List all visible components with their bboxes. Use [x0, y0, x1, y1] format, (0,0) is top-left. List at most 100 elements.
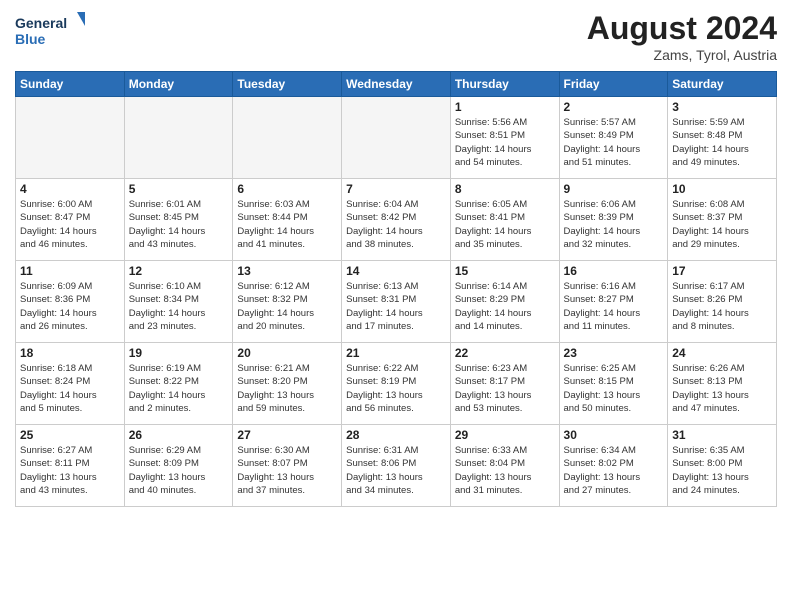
logo: General Blue — [15, 10, 85, 50]
day-cell: 2 Sunrise: 5:57 AM Sunset: 8:49 PM Daylig… — [559, 97, 668, 179]
calendar-body: 1Sunrise: 5:56 AM Sunset: 8:51 PM Daylig… — [16, 97, 777, 507]
day-cell: 13 Sunrise: 6:12 AM Sunset: 8:32 PM Dayli… — [233, 261, 342, 343]
day-info: Sunrise: 6:19 AM Sunset: 8:22 PM Dayligh… — [129, 362, 229, 415]
day-info: Sunrise: 5:59 AM Sunset: 8:48 PM Dayligh… — [672, 116, 772, 169]
day-cell: 17 Sunrise: 6:17 AM Sunset: 8:26 PM Dayli… — [668, 261, 777, 343]
day-cell: 14 Sunrise: 6:13 AM Sunset: 8:31 PM Dayli… — [342, 261, 451, 343]
day-number: 27 — [237, 428, 337, 442]
day-number: 22 — [455, 346, 555, 360]
location: Zams, Tyrol, Austria — [587, 47, 777, 63]
day-number: 3 — [672, 100, 772, 114]
day-cell: 28 Sunrise: 6:31 AM Sunset: 8:06 PM Dayli… — [342, 425, 451, 507]
day-number: 17 — [672, 264, 772, 278]
day-info: Sunrise: 6:10 AM Sunset: 8:34 PM Dayligh… — [129, 280, 229, 333]
day-info: Sunrise: 6:13 AM Sunset: 8:31 PM Dayligh… — [346, 280, 446, 333]
day-cell: 23 Sunrise: 6:25 AM Sunset: 8:15 PM Dayli… — [559, 343, 668, 425]
day-info: Sunrise: 6:23 AM Sunset: 8:17 PM Dayligh… — [455, 362, 555, 415]
day-info: Sunrise: 6:06 AM Sunset: 8:39 PM Dayligh… — [564, 198, 664, 251]
day-number: 2 — [564, 100, 664, 114]
col-wednesday: Wednesday — [342, 72, 451, 97]
day-cell — [233, 97, 342, 179]
col-thursday: Thursday — [450, 72, 559, 97]
day-number: 15 — [455, 264, 555, 278]
day-number: 16 — [564, 264, 664, 278]
day-number: 9 — [564, 182, 664, 196]
day-cell — [342, 97, 451, 179]
day-number: 31 — [672, 428, 772, 442]
day-cell: 30 Sunrise: 6:34 AM Sunset: 8:02 PM Dayli… — [559, 425, 668, 507]
week-row-2: 11Sunrise: 6:09 AM Sunset: 8:36 PM Dayli… — [16, 261, 777, 343]
day-cell: 12 Sunrise: 6:10 AM Sunset: 8:34 PM Dayli… — [124, 261, 233, 343]
day-info: Sunrise: 6:18 AM Sunset: 8:24 PM Dayligh… — [20, 362, 120, 415]
day-number: 5 — [129, 182, 229, 196]
day-number: 18 — [20, 346, 120, 360]
week-row-4: 25 Sunrise: 6:27 AM Sunset: 8:11 PM Dayli… — [16, 425, 777, 507]
page: General Blue August 2024 Zams, Tyrol, Au… — [0, 0, 792, 612]
day-info: Sunrise: 5:57 AM Sunset: 8:49 PM Dayligh… — [564, 116, 664, 169]
day-info: Sunrise: 6:08 AM Sunset: 8:37 PM Dayligh… — [672, 198, 772, 251]
day-info: Sunrise: 5:56 AM Sunset: 8:51 PM Dayligh… — [455, 116, 555, 169]
day-info: Sunrise: 6:17 AM Sunset: 8:26 PM Dayligh… — [672, 280, 772, 333]
weekday-row: Sunday Monday Tuesday Wednesday Thursday… — [16, 72, 777, 97]
day-cell: 31 Sunrise: 6:35 AM Sunset: 8:00 PM Dayli… — [668, 425, 777, 507]
day-cell: 20 Sunrise: 6:21 AM Sunset: 8:20 PM Dayli… — [233, 343, 342, 425]
day-number: 19 — [129, 346, 229, 360]
day-number: 8 — [455, 182, 555, 196]
day-info: Sunrise: 6:25 AM Sunset: 8:15 PM Dayligh… — [564, 362, 664, 415]
svg-text:Blue: Blue — [15, 31, 46, 47]
day-number: 20 — [237, 346, 337, 360]
day-number: 12 — [129, 264, 229, 278]
day-number: 4 — [20, 182, 120, 196]
col-saturday: Saturday — [668, 72, 777, 97]
day-info: Sunrise: 6:34 AM Sunset: 8:02 PM Dayligh… — [564, 444, 664, 497]
day-number: 23 — [564, 346, 664, 360]
day-cell: 29 Sunrise: 6:33 AM Sunset: 8:04 PM Dayli… — [450, 425, 559, 507]
day-number: 14 — [346, 264, 446, 278]
month-title: August 2024 — [587, 10, 777, 47]
col-tuesday: Tuesday — [233, 72, 342, 97]
day-cell: 19 Sunrise: 6:19 AM Sunset: 8:22 PM Dayli… — [124, 343, 233, 425]
day-number: 29 — [455, 428, 555, 442]
day-cell: 1Sunrise: 5:56 AM Sunset: 8:51 PM Daylig… — [450, 97, 559, 179]
week-row-0: 1Sunrise: 5:56 AM Sunset: 8:51 PM Daylig… — [16, 97, 777, 179]
day-number: 6 — [237, 182, 337, 196]
day-info: Sunrise: 6:01 AM Sunset: 8:45 PM Dayligh… — [129, 198, 229, 251]
day-info: Sunrise: 6:16 AM Sunset: 8:27 PM Dayligh… — [564, 280, 664, 333]
day-info: Sunrise: 6:21 AM Sunset: 8:20 PM Dayligh… — [237, 362, 337, 415]
day-cell: 11Sunrise: 6:09 AM Sunset: 8:36 PM Dayli… — [16, 261, 125, 343]
day-number: 26 — [129, 428, 229, 442]
day-number: 28 — [346, 428, 446, 442]
day-info: Sunrise: 6:27 AM Sunset: 8:11 PM Dayligh… — [20, 444, 120, 497]
day-cell: 4Sunrise: 6:00 AM Sunset: 8:47 PM Daylig… — [16, 179, 125, 261]
day-info: Sunrise: 6:35 AM Sunset: 8:00 PM Dayligh… — [672, 444, 772, 497]
day-info: Sunrise: 6:12 AM Sunset: 8:32 PM Dayligh… — [237, 280, 337, 333]
day-number: 25 — [20, 428, 120, 442]
day-info: Sunrise: 6:22 AM Sunset: 8:19 PM Dayligh… — [346, 362, 446, 415]
day-cell — [16, 97, 125, 179]
day-number: 30 — [564, 428, 664, 442]
day-info: Sunrise: 6:05 AM Sunset: 8:41 PM Dayligh… — [455, 198, 555, 251]
day-info: Sunrise: 6:03 AM Sunset: 8:44 PM Dayligh… — [237, 198, 337, 251]
week-row-3: 18 Sunrise: 6:18 AM Sunset: 8:24 PM Dayli… — [16, 343, 777, 425]
day-info: Sunrise: 6:30 AM Sunset: 8:07 PM Dayligh… — [237, 444, 337, 497]
day-cell: 18 Sunrise: 6:18 AM Sunset: 8:24 PM Dayli… — [16, 343, 125, 425]
day-cell: 25 Sunrise: 6:27 AM Sunset: 8:11 PM Dayli… — [16, 425, 125, 507]
day-cell: 22 Sunrise: 6:23 AM Sunset: 8:17 PM Dayli… — [450, 343, 559, 425]
title-block: August 2024 Zams, Tyrol, Austria — [587, 10, 777, 63]
day-info: Sunrise: 6:33 AM Sunset: 8:04 PM Dayligh… — [455, 444, 555, 497]
day-cell: 27 Sunrise: 6:30 AM Sunset: 8:07 PM Dayli… — [233, 425, 342, 507]
header: General Blue August 2024 Zams, Tyrol, Au… — [15, 10, 777, 63]
day-cell: 26 Sunrise: 6:29 AM Sunset: 8:09 PM Dayli… — [124, 425, 233, 507]
day-info: Sunrise: 6:29 AM Sunset: 8:09 PM Dayligh… — [129, 444, 229, 497]
day-info: Sunrise: 6:14 AM Sunset: 8:29 PM Dayligh… — [455, 280, 555, 333]
day-cell: 15 Sunrise: 6:14 AM Sunset: 8:29 PM Dayli… — [450, 261, 559, 343]
day-cell: 6 Sunrise: 6:03 AM Sunset: 8:44 PM Daylig… — [233, 179, 342, 261]
day-cell: 3 Sunrise: 5:59 AM Sunset: 8:48 PM Daylig… — [668, 97, 777, 179]
day-info: Sunrise: 6:31 AM Sunset: 8:06 PM Dayligh… — [346, 444, 446, 497]
day-number: 24 — [672, 346, 772, 360]
day-cell: 5 Sunrise: 6:01 AM Sunset: 8:45 PM Daylig… — [124, 179, 233, 261]
svg-text:General: General — [15, 15, 67, 31]
day-cell: 8 Sunrise: 6:05 AM Sunset: 8:41 PM Daylig… — [450, 179, 559, 261]
day-number: 13 — [237, 264, 337, 278]
week-row-1: 4Sunrise: 6:00 AM Sunset: 8:47 PM Daylig… — [16, 179, 777, 261]
